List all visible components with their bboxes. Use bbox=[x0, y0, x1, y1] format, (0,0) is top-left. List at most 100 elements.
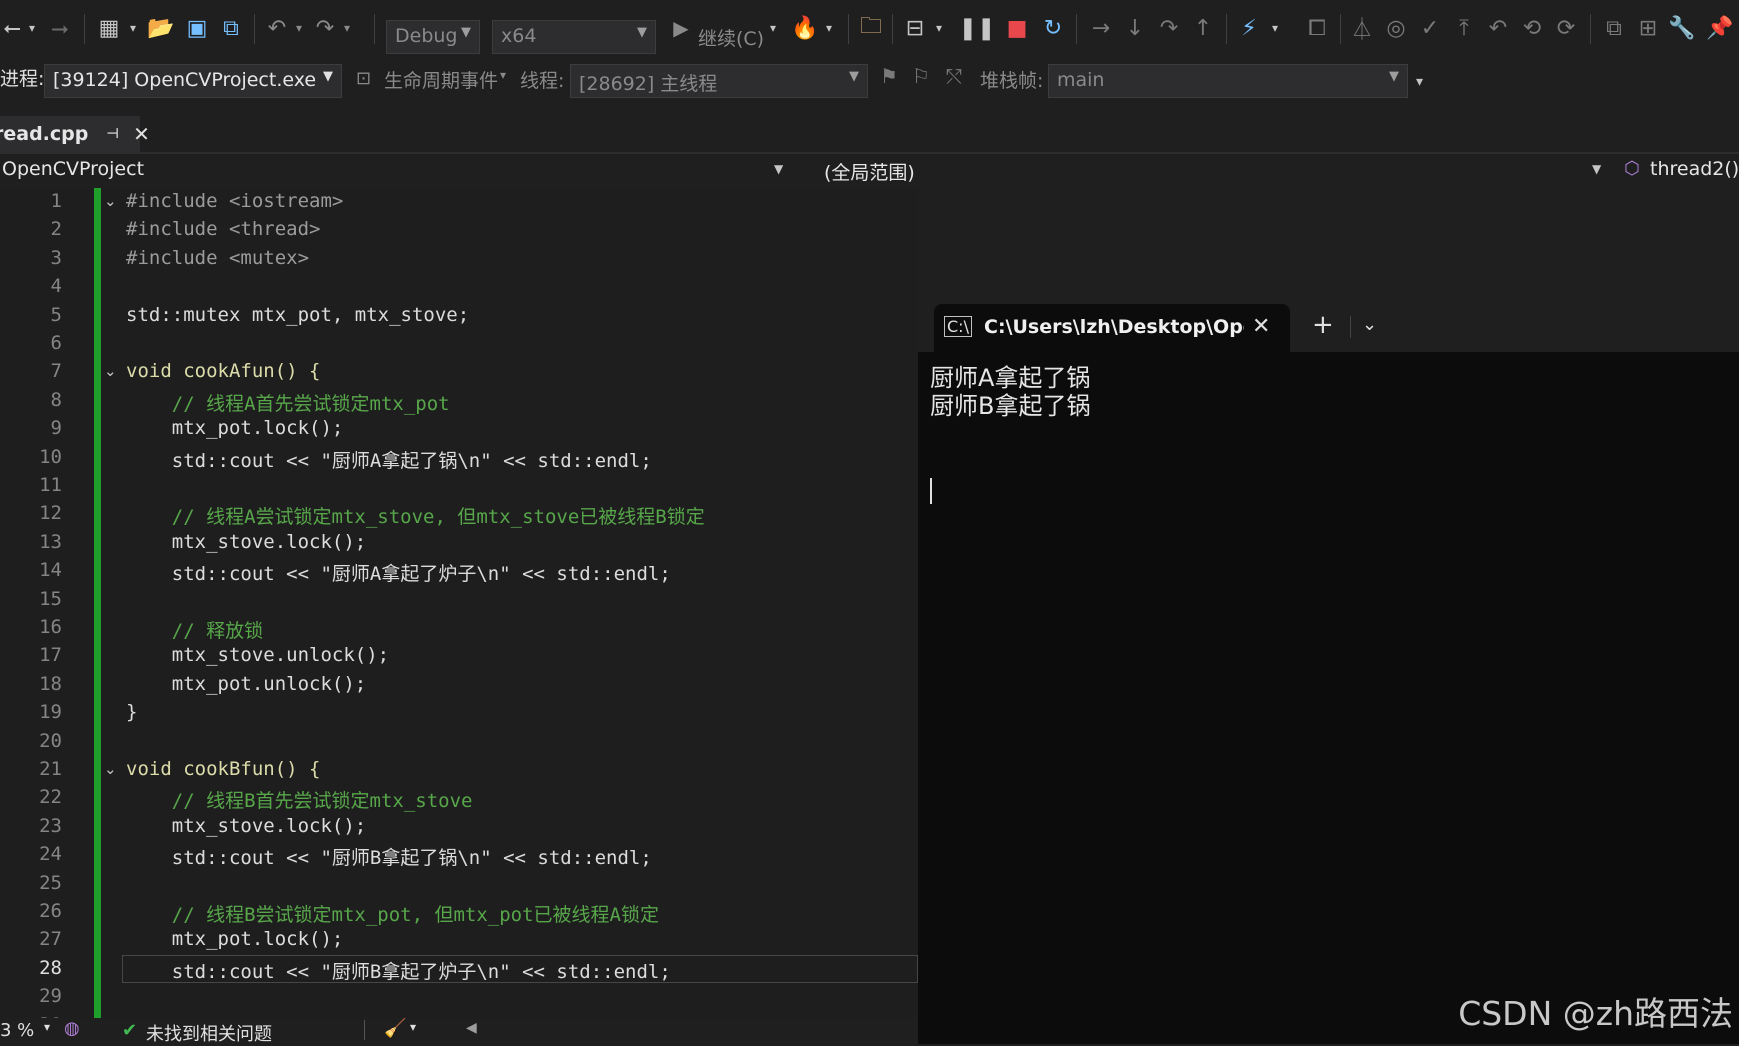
layout-icon[interactable]: ⊞ bbox=[1632, 0, 1664, 56]
breakpoint-icon[interactable]: ⏃ bbox=[1346, 0, 1378, 56]
save-all-icon[interactable]: ⧉ bbox=[214, 0, 248, 56]
chevron-down-icon: ▼ bbox=[1389, 69, 1399, 84]
scroll-left-icon[interactable]: ◀ bbox=[466, 1020, 477, 1036]
layout-dropdown-icon[interactable]: ▾ bbox=[932, 0, 946, 56]
line-number: 29 bbox=[39, 985, 62, 1008]
console-tab[interactable]: C:\ C:\Users\lzh\Desktop\OpenCV ✕ bbox=[934, 304, 1290, 352]
hot-reload-dropdown-icon[interactable]: ▾ bbox=[822, 0, 836, 56]
line-number: 16 bbox=[39, 616, 62, 638]
code-line: // 线程A尝试锁定mtx_stove, 但mtx_stove已被线程B锁定 bbox=[126, 506, 705, 529]
project-dropdown[interactable]: OpenCVProject ▼ bbox=[0, 154, 790, 186]
line-number: 22 bbox=[39, 786, 62, 809]
diagnostic-dropdown-icon[interactable]: ▾ bbox=[1268, 0, 1282, 56]
line-number: 6 bbox=[50, 332, 62, 354]
step-out-icon[interactable]: ↑ bbox=[1186, 0, 1220, 56]
code-line: void cookAfun() { bbox=[126, 360, 321, 383]
window-icon[interactable]: ⧉ bbox=[1598, 0, 1630, 56]
history-back-icon[interactable]: ⟲ bbox=[1516, 0, 1548, 56]
camera-icon[interactable]: ◎ bbox=[1380, 0, 1412, 56]
pause-icon[interactable]: ❚❚ bbox=[959, 0, 996, 56]
chevron-down-icon: ▼ bbox=[1592, 162, 1602, 176]
code-line: } bbox=[126, 701, 138, 724]
window-layout-icon[interactable]: ⊟ bbox=[898, 0, 932, 56]
copilot-icon[interactable]: ◍ bbox=[64, 1018, 80, 1039]
step-into-icon[interactable]: ↓ bbox=[1118, 0, 1152, 56]
undo-icon[interactable]: ↶ bbox=[262, 0, 292, 56]
browse-folder-icon[interactable]: 🗀 bbox=[854, 0, 888, 56]
new-item-icon[interactable]: ▦ bbox=[92, 0, 126, 56]
scope-dropdown[interactable]: (全局范围) ▼ bbox=[798, 154, 1604, 186]
close-tab-icon[interactable]: ✕ bbox=[133, 122, 150, 146]
show-next-statement-icon[interactable]: → bbox=[1084, 0, 1118, 56]
continue-button[interactable]: 继续(C) bbox=[698, 24, 764, 51]
open-folder-icon[interactable]: 📂 bbox=[144, 0, 178, 56]
chevron-down-icon: ▼ bbox=[637, 25, 647, 40]
navigation-bar: OpenCVProject ▼ (全局范围) ▼ ⬡ thread2() bbox=[0, 154, 1739, 188]
issues-status[interactable]: 未找到相关问题 bbox=[146, 1020, 272, 1046]
tab-read-cpp[interactable]: read.cpp ⊣ ✕ bbox=[0, 116, 150, 152]
line-number: 27 bbox=[39, 928, 62, 951]
history-forward-icon[interactable]: ⟳ bbox=[1550, 0, 1582, 56]
thread-label: 线程: bbox=[520, 70, 565, 92]
check-circle-icon: ✔ bbox=[122, 1020, 138, 1041]
toolbar-overflow-icon[interactable]: ▾ bbox=[1416, 74, 1423, 90]
line-number: 8 bbox=[50, 388, 62, 411]
hot-reload-icon[interactable]: 🔥 bbox=[788, 0, 822, 56]
code-line: #include <iostream> bbox=[126, 190, 344, 212]
lifecycle-dropdown-icon[interactable]: ▾ bbox=[500, 68, 506, 82]
close-icon[interactable]: ✕ bbox=[1252, 314, 1270, 339]
save-icon[interactable]: ▣ bbox=[180, 0, 214, 56]
back-dropdown-icon[interactable]: ▾ bbox=[24, 0, 40, 56]
fold-toggle-icon[interactable]: ⌄ bbox=[104, 192, 117, 210]
new-tab-icon[interactable]: + bbox=[1312, 310, 1334, 340]
stop-icon[interactable]: ■ bbox=[1000, 0, 1034, 56]
redo-icon[interactable]: ↷ bbox=[310, 0, 340, 56]
continue-dropdown-icon[interactable]: ▾ bbox=[766, 0, 780, 56]
lifecycle-events-button[interactable]: 生命周期事件 bbox=[384, 66, 498, 93]
zoom-level[interactable]: 3 % bbox=[0, 1020, 34, 1041]
thread-select[interactable]: [28692] 主线程 ▼ bbox=[570, 64, 868, 98]
code-line: mtx_stove.lock(); bbox=[126, 530, 367, 553]
line-number: 5 bbox=[50, 303, 62, 326]
pin-tab-icon[interactable]: ⊣ bbox=[106, 126, 119, 142]
process-select[interactable]: [39124] OpenCVProject.exe ▼ bbox=[44, 64, 342, 98]
pin-icon[interactable]: 📌 bbox=[1704, 0, 1736, 56]
line-number: 7 bbox=[50, 360, 62, 383]
console-line: 厨师A拿起了锅 bbox=[930, 364, 1091, 392]
fold-toggle-icon[interactable]: ⌄ bbox=[104, 760, 117, 778]
wrench-icon[interactable]: 🔧 bbox=[1666, 0, 1698, 56]
restart-icon[interactable]: ↻ bbox=[1036, 0, 1070, 56]
platform-select[interactable]: x64 ▼ bbox=[492, 20, 656, 54]
fold-toggle-icon[interactable]: ⌄ bbox=[104, 362, 117, 380]
cleanup-dropdown-icon[interactable]: ▾ bbox=[410, 1020, 416, 1034]
undo-dropdown-icon[interactable]: ▾ bbox=[292, 0, 306, 56]
back-icon[interactable]: ⭠ bbox=[0, 0, 24, 56]
process-label: 进程: bbox=[0, 68, 45, 90]
chevron-down-icon[interactable]: ⌄ bbox=[1362, 314, 1377, 335]
check-icon[interactable]: ✓ bbox=[1414, 0, 1446, 56]
play-icon[interactable]: ▶ bbox=[668, 0, 694, 56]
fork-icon[interactable]: ⤲ bbox=[946, 64, 962, 88]
diagnostic-icon[interactable]: ⚡ bbox=[1232, 0, 1266, 56]
member-dropdown[interactable]: ⬡ thread2() bbox=[1620, 154, 1739, 186]
line-number: 24 bbox=[39, 843, 62, 866]
threads-icon[interactable]: ⧠ bbox=[1300, 0, 1334, 56]
line-number: 28 bbox=[39, 956, 62, 979]
chevron-down-icon: ▼ bbox=[323, 69, 333, 84]
console-output: 厨师A拿起了锅 厨师B拿起了锅 bbox=[930, 364, 1090, 420]
step-over-icon[interactable]: ↷ bbox=[1152, 0, 1186, 56]
step-back-icon[interactable]: ↶ bbox=[1482, 0, 1514, 56]
cleanup-icon[interactable]: 🧹 bbox=[384, 1018, 406, 1039]
forward-icon[interactable]: ⭢ bbox=[44, 0, 76, 56]
flag-threads-icon[interactable]: ⚐ bbox=[912, 64, 930, 88]
line-number: 3 bbox=[50, 246, 62, 269]
upload-icon[interactable]: ⤒ bbox=[1448, 0, 1480, 56]
flag-icon[interactable]: ⚑ bbox=[880, 64, 898, 88]
new-item-dropdown-icon[interactable]: ▾ bbox=[126, 0, 140, 56]
zoom-dropdown-icon[interactable]: ▾ bbox=[44, 1020, 50, 1034]
stack-frame-select[interactable]: main ▼ bbox=[1048, 64, 1408, 98]
configuration-select[interactable]: Debug ▼ bbox=[386, 20, 480, 54]
code-line: // 线程B尝试锁定mtx_pot, 但mtx_pot已被线程A锁定 bbox=[126, 904, 659, 926]
code-line: #include <thread> bbox=[126, 218, 321, 241]
redo-dropdown-icon[interactable]: ▾ bbox=[340, 0, 354, 56]
